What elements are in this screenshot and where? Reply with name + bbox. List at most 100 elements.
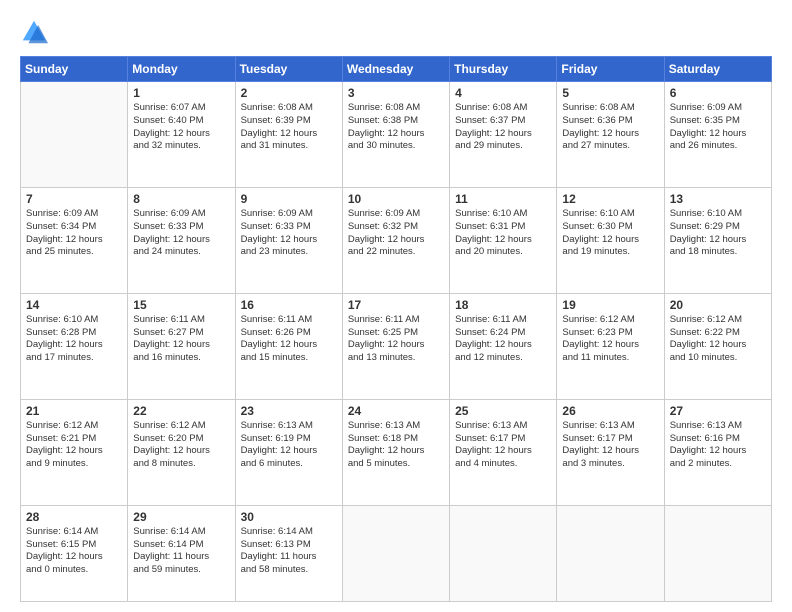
calendar-cell: 15 Sunrise: 6:11 AMSunset: 6:27 PMDayligh… [128, 293, 235, 399]
day-number: 29 [133, 510, 229, 524]
calendar-week-row: 14 Sunrise: 6:10 AMSunset: 6:28 PMDayligh… [21, 293, 772, 399]
weekday-header-thursday: Thursday [450, 57, 557, 82]
calendar-cell: 4 Sunrise: 6:08 AMSunset: 6:37 PMDaylight… [450, 82, 557, 188]
calendar-cell: 16 Sunrise: 6:11 AMSunset: 6:26 PMDayligh… [235, 293, 342, 399]
day-number: 10 [348, 192, 444, 206]
calendar-cell [557, 505, 664, 601]
calendar-cell: 2 Sunrise: 6:08 AMSunset: 6:39 PMDaylight… [235, 82, 342, 188]
day-number: 19 [562, 298, 658, 312]
day-info: Sunrise: 6:13 AMSunset: 6:17 PMDaylight:… [562, 420, 658, 471]
day-info: Sunrise: 6:08 AMSunset: 6:39 PMDaylight:… [241, 102, 337, 153]
calendar-cell [450, 505, 557, 601]
logo [20, 18, 52, 46]
day-info: Sunrise: 6:08 AMSunset: 6:38 PMDaylight:… [348, 102, 444, 153]
day-number: 21 [26, 404, 122, 418]
day-info: Sunrise: 6:12 AMSunset: 6:23 PMDaylight:… [562, 314, 658, 365]
day-number: 17 [348, 298, 444, 312]
calendar-cell: 23Sunrise: 6:13 AMSunset: 6:19 PMDayligh… [235, 399, 342, 505]
day-info: Sunrise: 6:09 AMSunset: 6:32 PMDaylight:… [348, 208, 444, 259]
weekday-header-row: SundayMondayTuesdayWednesdayThursdayFrid… [21, 57, 772, 82]
day-number: 28 [26, 510, 122, 524]
day-number: 25 [455, 404, 551, 418]
weekday-header-friday: Friday [557, 57, 664, 82]
day-info: Sunrise: 6:09 AMSunset: 6:34 PMDaylight:… [26, 208, 122, 259]
day-info: Sunrise: 6:09 AMSunset: 6:33 PMDaylight:… [241, 208, 337, 259]
calendar-cell [342, 505, 449, 601]
weekday-header-monday: Monday [128, 57, 235, 82]
day-info: Sunrise: 6:11 AMSunset: 6:24 PMDaylight:… [455, 314, 551, 365]
day-number: 13 [670, 192, 766, 206]
calendar-cell: 19 Sunrise: 6:12 AMSunset: 6:23 PMDayligh… [557, 293, 664, 399]
day-info: Sunrise: 6:12 AMSunset: 6:21 PMDaylight:… [26, 420, 122, 471]
day-number: 24 [348, 404, 444, 418]
calendar-week-row: 28 Sunrise: 6:14 AMSunset: 6:15 PMDayligh… [21, 505, 772, 601]
day-number: 5 [562, 86, 658, 100]
day-info: Sunrise: 6:12 AMSunset: 6:20 PMDaylight:… [133, 420, 229, 471]
day-info: Sunrise: 6:08 AMSunset: 6:37 PMDaylight:… [455, 102, 551, 153]
calendar-cell: 1Sunrise: 6:07 AMSunset: 6:40 PMDaylight… [128, 82, 235, 188]
day-number: 4 [455, 86, 551, 100]
calendar-cell: 28 Sunrise: 6:14 AMSunset: 6:15 PMDayligh… [21, 505, 128, 601]
calendar-cell: 18 Sunrise: 6:11 AMSunset: 6:24 PMDayligh… [450, 293, 557, 399]
calendar-cell: 30Sunrise: 6:14 AMSunset: 6:13 PMDayligh… [235, 505, 342, 601]
day-info: Sunrise: 6:14 AMSunset: 6:14 PMDaylight:… [133, 526, 229, 577]
day-info: Sunrise: 6:11 AMSunset: 6:26 PMDaylight:… [241, 314, 337, 365]
day-number: 3 [348, 86, 444, 100]
day-info: Sunrise: 6:13 AMSunset: 6:18 PMDaylight:… [348, 420, 444, 471]
page: SundayMondayTuesdayWednesdayThursdayFrid… [0, 0, 792, 612]
day-number: 9 [241, 192, 337, 206]
day-number: 18 [455, 298, 551, 312]
day-info: Sunrise: 6:13 AMSunset: 6:17 PMDaylight:… [455, 420, 551, 471]
day-info: Sunrise: 6:07 AMSunset: 6:40 PMDaylight:… [133, 102, 229, 153]
day-info: Sunrise: 6:10 AMSunset: 6:30 PMDaylight:… [562, 208, 658, 259]
day-number: 27 [670, 404, 766, 418]
day-info: Sunrise: 6:14 AMSunset: 6:15 PMDaylight:… [26, 526, 122, 577]
weekday-header-sunday: Sunday [21, 57, 128, 82]
calendar-cell: 13 Sunrise: 6:10 AMSunset: 6:29 PMDayligh… [664, 187, 771, 293]
day-info: Sunrise: 6:10 AMSunset: 6:29 PMDaylight:… [670, 208, 766, 259]
calendar-cell: 25 Sunrise: 6:13 AMSunset: 6:17 PMDayligh… [450, 399, 557, 505]
day-info: Sunrise: 6:10 AMSunset: 6:31 PMDaylight:… [455, 208, 551, 259]
calendar-cell: 6Sunrise: 6:09 AMSunset: 6:35 PMDaylight… [664, 82, 771, 188]
calendar-week-row: 21 Sunrise: 6:12 AMSunset: 6:21 PMDayligh… [21, 399, 772, 505]
calendar-cell: 27 Sunrise: 6:13 AMSunset: 6:16 PMDayligh… [664, 399, 771, 505]
header [20, 18, 772, 46]
calendar-cell: 22 Sunrise: 6:12 AMSunset: 6:20 PMDayligh… [128, 399, 235, 505]
weekday-header-tuesday: Tuesday [235, 57, 342, 82]
calendar-cell: 12Sunrise: 6:10 AMSunset: 6:30 PMDayligh… [557, 187, 664, 293]
calendar-cell: 7 Sunrise: 6:09 AMSunset: 6:34 PMDaylight… [21, 187, 128, 293]
day-number: 26 [562, 404, 658, 418]
day-info: Sunrise: 6:12 AMSunset: 6:22 PMDaylight:… [670, 314, 766, 365]
weekday-header-wednesday: Wednesday [342, 57, 449, 82]
calendar-cell: 26 Sunrise: 6:13 AMSunset: 6:17 PMDayligh… [557, 399, 664, 505]
day-info: Sunrise: 6:13 AMSunset: 6:19 PMDaylight:… [241, 420, 337, 471]
day-info: Sunrise: 6:14 AMSunset: 6:13 PMDaylight:… [241, 526, 337, 577]
day-number: 14 [26, 298, 122, 312]
calendar-cell [21, 82, 128, 188]
calendar-cell: 21 Sunrise: 6:12 AMSunset: 6:21 PMDayligh… [21, 399, 128, 505]
day-number: 20 [670, 298, 766, 312]
calendar-week-row: 7 Sunrise: 6:09 AMSunset: 6:34 PMDaylight… [21, 187, 772, 293]
day-number: 15 [133, 298, 229, 312]
calendar-week-row: 1Sunrise: 6:07 AMSunset: 6:40 PMDaylight… [21, 82, 772, 188]
day-number: 6 [670, 86, 766, 100]
calendar-cell: 29 Sunrise: 6:14 AMSunset: 6:14 PMDayligh… [128, 505, 235, 601]
calendar-cell: 5Sunrise: 6:08 AMSunset: 6:36 PMDaylight… [557, 82, 664, 188]
day-number: 7 [26, 192, 122, 206]
calendar-cell: 10 Sunrise: 6:09 AMSunset: 6:32 PMDayligh… [342, 187, 449, 293]
day-number: 22 [133, 404, 229, 418]
calendar-cell: 17 Sunrise: 6:11 AMSunset: 6:25 PMDayligh… [342, 293, 449, 399]
day-info: Sunrise: 6:10 AMSunset: 6:28 PMDaylight:… [26, 314, 122, 365]
day-info: Sunrise: 6:11 AMSunset: 6:27 PMDaylight:… [133, 314, 229, 365]
day-number: 8 [133, 192, 229, 206]
logo-icon [20, 18, 48, 46]
calendar-table: SundayMondayTuesdayWednesdayThursdayFrid… [20, 56, 772, 602]
day-number: 16 [241, 298, 337, 312]
day-info: Sunrise: 6:13 AMSunset: 6:16 PMDaylight:… [670, 420, 766, 471]
weekday-header-saturday: Saturday [664, 57, 771, 82]
day-info: Sunrise: 6:11 AMSunset: 6:25 PMDaylight:… [348, 314, 444, 365]
calendar-cell: 14 Sunrise: 6:10 AMSunset: 6:28 PMDayligh… [21, 293, 128, 399]
calendar-cell: 8Sunrise: 6:09 AMSunset: 6:33 PMDaylight… [128, 187, 235, 293]
day-number: 11 [455, 192, 551, 206]
day-number: 2 [241, 86, 337, 100]
